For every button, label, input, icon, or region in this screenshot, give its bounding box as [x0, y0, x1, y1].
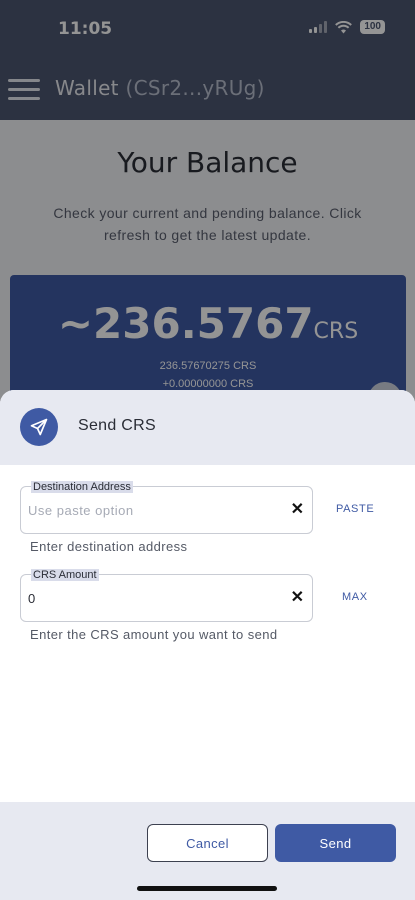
- send-icon: [20, 408, 58, 446]
- destination-helper-text: Enter destination address: [30, 539, 188, 554]
- destination-address-field: Destination Address ✕: [20, 481, 313, 534]
- sheet-header: Send CRS: [0, 390, 415, 465]
- amount-helper-text: Enter the CRS amount you want to send: [30, 627, 278, 642]
- clear-amount-icon[interactable]: ✕: [291, 588, 304, 608]
- home-indicator: [137, 886, 277, 891]
- crs-amount-input[interactable]: [28, 588, 278, 608]
- destination-address-label: Destination Address: [31, 481, 133, 493]
- destination-address-input[interactable]: [28, 500, 278, 520]
- sheet-title: Send CRS: [78, 417, 156, 434]
- send-sheet: Send CRS Destination Address ✕ PASTE Ent…: [0, 390, 415, 900]
- cancel-button[interactable]: Cancel: [147, 824, 268, 862]
- paste-button[interactable]: PASTE: [336, 503, 374, 515]
- send-button[interactable]: Send: [275, 824, 396, 862]
- max-button[interactable]: MAX: [342, 591, 368, 603]
- crs-amount-label: CRS Amount: [31, 569, 99, 581]
- clear-destination-icon[interactable]: ✕: [291, 500, 304, 520]
- crs-amount-field: CRS Amount ✕: [20, 569, 313, 622]
